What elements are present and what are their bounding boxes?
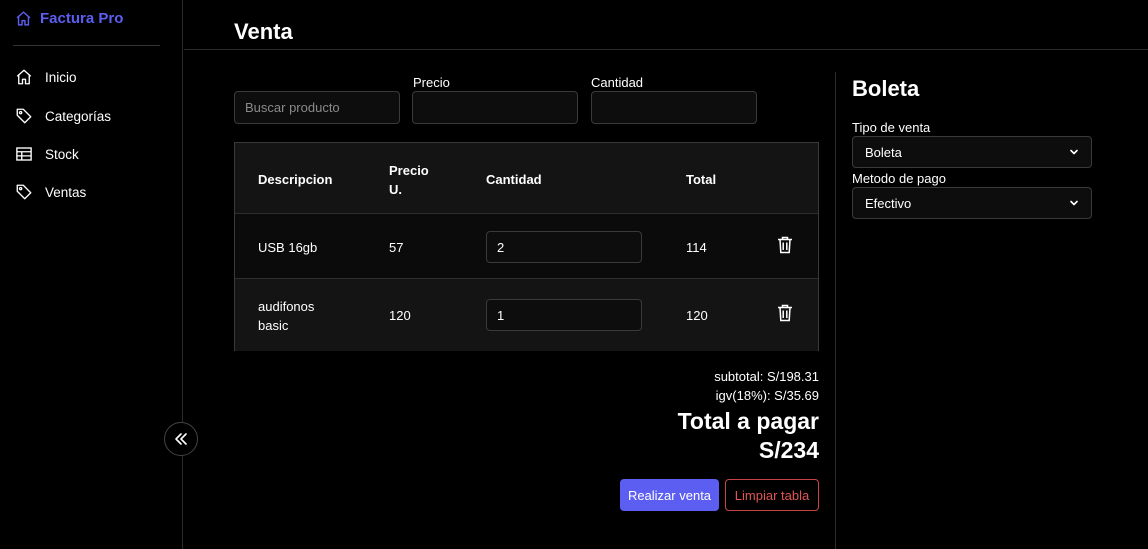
home-icon [16, 11, 31, 26]
sidebar-item-inicio[interactable]: Inicio [15, 67, 77, 87]
igv-text: igv(18%): S/35.69 [715, 388, 819, 403]
payment-method-value: Efectivo [865, 195, 912, 211]
sidebar-collapse-button[interactable] [164, 422, 198, 456]
column-header-precio: Precio U. [389, 163, 429, 197]
subtotal-text: subtotal: S/198.31 [714, 369, 819, 384]
item-total: 114 [686, 240, 707, 255]
item-description: USB 16gb [258, 240, 318, 255]
sale-type-value: Boleta [865, 144, 902, 160]
item-quantity-input[interactable] [486, 231, 642, 263]
total-value: S/234 [758, 437, 819, 463]
tag-icon [16, 184, 32, 200]
table-row: USB 16gb 57 114 [235, 214, 818, 279]
price-input[interactable] [412, 91, 578, 124]
page-header: Venta [184, 0, 1148, 50]
sale-items-table: Descripcion Precio U. Cantidad Total USB… [234, 142, 819, 351]
sidebar-item-ventas[interactable]: Ventas [15, 182, 86, 202]
column-header-total: Total [686, 172, 717, 187]
sidebar-item-label: Stock [45, 146, 79, 162]
sale-type-select[interactable]: Boleta [852, 136, 1092, 168]
chevron-down-icon [1070, 149, 1078, 155]
payment-method-label: Metodo de pago [852, 171, 946, 186]
column-header-cantidad: Cantidad [486, 172, 542, 187]
brand-name: Factura Pro [40, 10, 124, 27]
limpiar-tabla-button[interactable]: Limpiar tabla [725, 479, 819, 511]
total-label: Total a pagar [677, 408, 819, 434]
product-search-input[interactable] [234, 91, 400, 124]
sidebar-item-stock[interactable]: Stock [15, 144, 79, 164]
table-row: audifonos basic 120 120 [235, 279, 818, 351]
tag-icon [16, 108, 32, 124]
price-label: Precio [413, 75, 450, 90]
brand[interactable]: Factura Pro [15, 10, 123, 27]
sidebar-item-label: Categorías [45, 108, 112, 124]
item-description: audifonos basic [258, 299, 315, 333]
panel-divider [835, 72, 836, 549]
table-icon [16, 147, 32, 161]
column-header-descripcion: Descripcion [258, 172, 333, 187]
quantity-input[interactable] [591, 91, 757, 124]
boleta-title: Boleta [852, 76, 920, 101]
sidebar-divider [13, 45, 160, 46]
sidebar: Factura Pro Inicio Categorías Stock Vent… [0, 0, 183, 549]
home-icon [16, 69, 32, 85]
trash-icon[interactable] [777, 304, 793, 322]
item-unit-price: 57 [389, 240, 404, 255]
item-quantity-input[interactable] [486, 299, 642, 331]
sidebar-item-label: Inicio [45, 69, 77, 85]
sidebar-item-label: Ventas [45, 184, 87, 200]
chevron-down-icon [1070, 200, 1078, 206]
item-unit-price: 120 [389, 308, 411, 323]
sidebar-item-categorias[interactable]: Categorías [15, 106, 111, 126]
trash-icon[interactable] [777, 236, 793, 254]
payment-method-select[interactable]: Efectivo [852, 187, 1092, 219]
table-header-row: Descripcion Precio U. Cantidad Total [235, 143, 818, 214]
sale-type-label: Tipo de venta [852, 120, 931, 135]
item-total: 120 [686, 308, 708, 323]
double-chevron-left-icon [175, 433, 187, 445]
page-title: Venta [234, 19, 293, 44]
quantity-label: Cantidad [591, 75, 644, 90]
realizar-venta-button[interactable]: Realizar venta [620, 479, 719, 511]
